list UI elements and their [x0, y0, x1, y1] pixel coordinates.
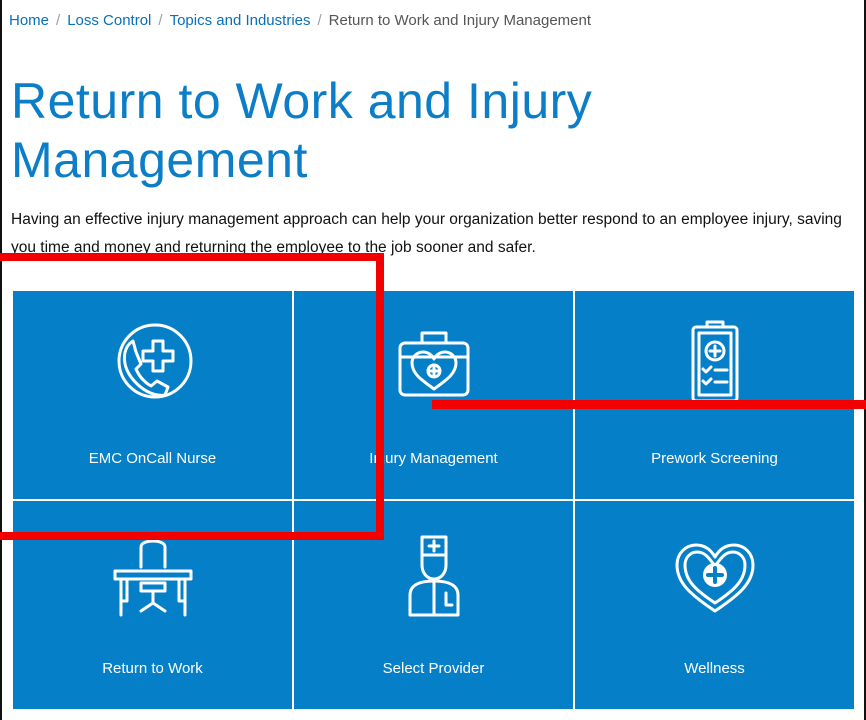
page-title: Return to Work and Injury Management [11, 73, 593, 188]
desk-chair-icon [103, 523, 203, 623]
breadcrumb-current: Return to Work and Injury Management [328, 12, 592, 29]
breadcrumb-separator: / [317, 12, 322, 29]
tile-select-provider[interactable]: Select Provider [294, 501, 573, 709]
tile-label: Prework Screening [651, 450, 778, 467]
tile-return-to-work[interactable]: Return to Work [13, 501, 292, 709]
tile-prework-screening[interactable]: Prework Screening [575, 291, 854, 499]
topic-grid: EMC OnCall Nurse Injury Management Prewo… [13, 291, 854, 709]
phone-medical-cross-icon [103, 313, 203, 413]
intro-paragraph: Having an effective injury management ap… [11, 211, 842, 256]
tile-label: EMC OnCall Nurse [88, 450, 217, 467]
breadcrumb-separator: / [56, 12, 61, 29]
breadcrumb: Home / Loss Control / Topics and Industries /… [9, 12, 591, 29]
clipboard-checklist-icon [665, 313, 765, 413]
tile-label: Return to Work [102, 660, 203, 677]
tile-emc-oncall-nurse[interactable]: EMC OnCall Nurse [13, 291, 292, 499]
tile-injury-management[interactable]: Injury Management [294, 291, 573, 499]
breadcrumb-loss-control-link[interactable]: Loss Control [67, 12, 151, 29]
breadcrumb-home-link[interactable]: Home [9, 12, 49, 29]
tile-wellness[interactable]: Wellness [575, 501, 854, 709]
tile-label: Wellness [684, 660, 745, 677]
breadcrumb-topics-link[interactable]: Topics and Industries [170, 12, 311, 29]
medical-kit-heart-icon [384, 313, 484, 413]
left-border [0, 0, 2, 720]
breadcrumb-separator: / [158, 12, 163, 29]
tile-label: Select Provider [382, 660, 485, 677]
heart-plus-icon [665, 523, 765, 623]
tile-label: Injury Management [369, 450, 498, 467]
doctor-icon [384, 523, 484, 623]
